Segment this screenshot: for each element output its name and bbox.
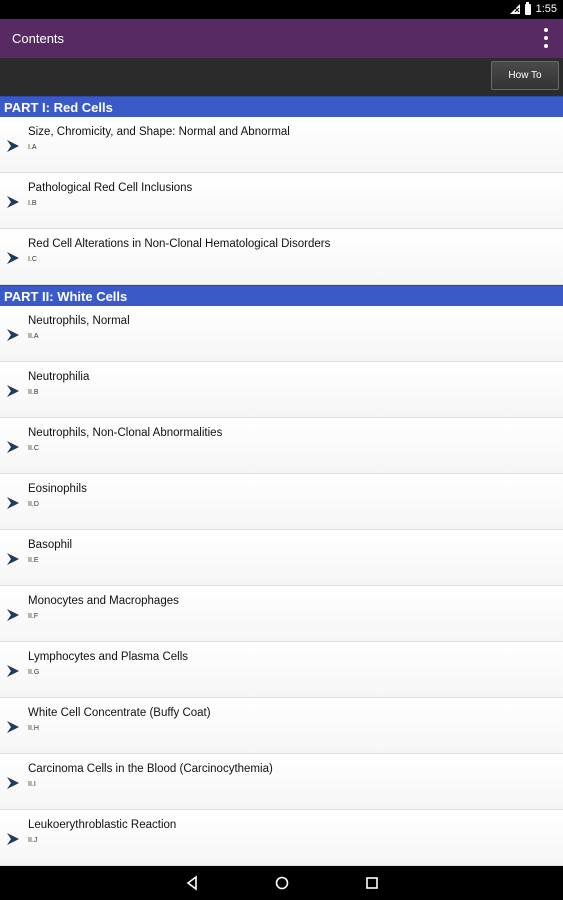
list-item-title: Neutrophilia bbox=[28, 371, 90, 383]
chevron-right-icon bbox=[6, 552, 20, 566]
list-item[interactable]: Lymphocytes and Plasma Cells II.G bbox=[0, 642, 563, 698]
battery-icon bbox=[524, 1, 531, 15]
status-bar: 1:55 bbox=[0, 0, 563, 19]
app-bar: Contents bbox=[0, 19, 563, 58]
list-item-code: II.D bbox=[28, 501, 39, 508]
chevron-right-icon bbox=[6, 440, 20, 454]
chevron-right-icon bbox=[6, 720, 20, 734]
list-item[interactable]: Neutrophilia II.B bbox=[0, 362, 563, 418]
list-item-code: II.F bbox=[28, 613, 39, 620]
status-icons: 1:55 bbox=[509, 1, 557, 15]
list-item[interactable]: Monocytes and Macrophages II.F bbox=[0, 586, 563, 642]
chevron-right-icon bbox=[6, 608, 20, 622]
chevron-right-icon bbox=[6, 251, 20, 265]
list-item-title: Pathological Red Cell Inclusions bbox=[28, 182, 193, 194]
list-item-title: Size, Chromicity, and Shape: Normal and … bbox=[28, 126, 290, 138]
list-item-title: Basophil bbox=[28, 539, 73, 551]
list-item-code: I.A bbox=[28, 144, 37, 151]
list-item-title: Monocytes and Macrophages bbox=[28, 595, 179, 607]
list-item[interactable]: Pathological Red Cell Inclusions I.B bbox=[0, 173, 563, 229]
navigation-bar bbox=[0, 866, 563, 900]
status-time: 1:55 bbox=[535, 3, 557, 15]
back-icon[interactable] bbox=[184, 875, 200, 891]
list-item-code: II.I bbox=[28, 781, 36, 788]
list-item[interactable]: Basophil II.E bbox=[0, 530, 563, 586]
list-item[interactable]: Eosinophils II.D bbox=[0, 474, 563, 530]
list-item[interactable]: Leukoerythroblastic Reaction II.J bbox=[0, 810, 563, 866]
chevron-right-icon bbox=[6, 664, 20, 678]
home-icon[interactable] bbox=[274, 875, 290, 891]
chevron-right-icon bbox=[6, 776, 20, 790]
list-item-code: II.H bbox=[28, 725, 39, 732]
list-item[interactable]: Carcinoma Cells in the Blood (Carcinocyt… bbox=[0, 754, 563, 810]
list-item-code: II.G bbox=[28, 669, 40, 676]
list-item-title: Leukoerythroblastic Reaction bbox=[28, 819, 177, 831]
chevron-right-icon bbox=[6, 496, 20, 510]
toolbar: How To bbox=[0, 58, 563, 96]
list-item-title: Eosinophils bbox=[28, 483, 87, 495]
section-header: PART II: White Cells bbox=[0, 285, 563, 306]
contents-list: PART I: Red Cells Size, Chromicity, and S… bbox=[0, 96, 563, 866]
list-item-code: II.E bbox=[28, 557, 39, 564]
list-item[interactable]: Red Cell Alterations in Non-Clonal Hemat… bbox=[0, 229, 563, 285]
list-item[interactable]: White Cell Concentrate (Buffy Coat) II.H bbox=[0, 698, 563, 754]
chevron-right-icon bbox=[6, 195, 20, 209]
list-item-title: Red Cell Alterations in Non-Clonal Hemat… bbox=[28, 238, 331, 250]
chevron-right-icon bbox=[6, 139, 20, 153]
section-header: PART I: Red Cells bbox=[0, 96, 563, 117]
list-item[interactable]: Neutrophils, Non-Clonal Abnormalities II.… bbox=[0, 418, 563, 474]
chevron-right-icon bbox=[6, 384, 20, 398]
list-item-code: I.B bbox=[28, 200, 37, 207]
overflow-menu-icon[interactable] bbox=[541, 28, 551, 48]
list-item-title: Lymphocytes and Plasma Cells bbox=[28, 651, 189, 663]
chevron-right-icon bbox=[6, 832, 20, 846]
list-item-title: Neutrophils, Non-Clonal Abnormalities bbox=[28, 427, 223, 439]
list-item-code: II.C bbox=[28, 445, 39, 452]
list-item[interactable]: Size, Chromicity, and Shape: Normal and … bbox=[0, 117, 563, 173]
recent-apps-icon[interactable] bbox=[364, 875, 380, 891]
list-item-code: II.J bbox=[28, 837, 38, 844]
list-item-code: II.A bbox=[28, 333, 39, 340]
list-item-title: White Cell Concentrate (Buffy Coat) bbox=[28, 707, 211, 719]
list-item[interactable]: Neutrophils, Normal II.A bbox=[0, 306, 563, 362]
list-item-code: II.B bbox=[28, 389, 39, 396]
how-to-button[interactable]: How To bbox=[491, 61, 559, 90]
no-signal-icon bbox=[509, 4, 520, 14]
app-title: Contents bbox=[12, 31, 65, 46]
list-item-title: Neutrophils, Normal bbox=[28, 315, 130, 327]
chevron-right-icon bbox=[6, 328, 20, 342]
list-item-code: I.C bbox=[28, 256, 37, 263]
list-item-title: Carcinoma Cells in the Blood (Carcinocyt… bbox=[28, 763, 273, 775]
